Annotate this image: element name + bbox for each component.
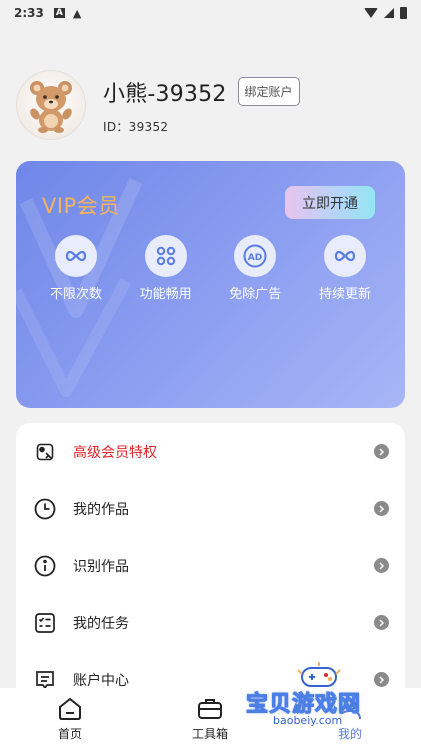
feature-updates: 持续更新 — [307, 235, 383, 302]
tab-label: 工具箱 — [191, 727, 228, 741]
menu-item-my-works[interactable]: 我的作品 — [16, 480, 405, 537]
warning-icon: ▲ — [72, 6, 82, 20]
feature-label: 持续更新 — [318, 287, 371, 302]
svg-text:AD: AD — [248, 253, 262, 263]
vip-title: VIP会员 — [42, 194, 120, 218]
chevron-right-icon — [374, 615, 389, 630]
vip-features: 不限次数 功能畅用 AD 免除广告 持续更新 — [32, 235, 389, 302]
ad-free-icon: AD — [234, 235, 277, 277]
tab-label: 首页 — [57, 727, 82, 741]
chevron-right-icon — [374, 444, 389, 459]
user-id: ID：39352 — [103, 119, 169, 134]
status-time: 2:33 — [14, 6, 44, 20]
watermark: 宝贝游戏网 baobeiy.com — [245, 662, 396, 748]
bind-account-button[interactable]: 绑定账户 — [237, 77, 300, 106]
privilege-icon — [34, 441, 56, 463]
wifi-icon — [364, 8, 378, 18]
name-row: 小熊-39352 绑定账户 — [103, 76, 300, 108]
menu-label: 识别作品 — [73, 558, 129, 575]
profile-header: 小熊-39352 绑定账户 ID：39352 — [16, 70, 406, 140]
status-indicators — [364, 7, 407, 19]
feature-label: 免除广告 — [229, 287, 282, 302]
feature-ad-free: AD 免除广告 — [217, 235, 293, 302]
menu-item-my-tasks[interactable]: 我的任务 — [16, 594, 405, 651]
bear-avatar-icon — [30, 81, 72, 133]
signal-icon — [384, 8, 394, 18]
chevron-right-icon — [374, 501, 389, 516]
chevron-right-icon — [374, 558, 389, 573]
menu-label: 我的作品 — [73, 501, 129, 518]
infinity-icon — [323, 235, 366, 277]
menu-item-vip-privilege[interactable]: 高级会员特权 — [16, 423, 405, 480]
grid-icon — [144, 235, 187, 277]
tab-home[interactable]: 首页 — [0, 688, 140, 750]
notification-a-icon: A — [53, 8, 65, 18]
username: 小熊-39352 — [103, 81, 227, 107]
info-icon — [34, 555, 56, 577]
menu-label: 我的任务 — [73, 615, 129, 632]
home-icon — [59, 697, 81, 720]
profile-info: 小熊-39352 绑定账户 ID：39352 — [103, 76, 300, 135]
battery-icon — [400, 7, 407, 19]
feature-unlimited: 不限次数 — [38, 235, 114, 302]
activate-vip-button[interactable]: 立即开通 — [285, 186, 375, 219]
task-list-icon — [34, 612, 56, 634]
toolbox-icon — [198, 699, 222, 719]
feature-full-access: 功能畅用 — [128, 235, 204, 302]
menu-label: 账户中心 — [73, 672, 129, 689]
avatar[interactable] — [16, 70, 86, 140]
feature-label: 不限次数 — [49, 287, 102, 302]
vip-card: VIP会员 立即开通 不限次数 功能畅用 AD 免除广告 持续更新 — [16, 161, 405, 408]
menu-item-recognize-works[interactable]: 识别作品 — [16, 537, 405, 594]
feature-label: 功能畅用 — [139, 287, 192, 302]
watermark-url: baobeiy.com — [270, 714, 346, 727]
clock-icon — [34, 498, 56, 520]
menu-label: 高级会员特权 — [73, 444, 157, 461]
status-bar: 2:33 A ▲ — [0, 0, 421, 26]
infinity-icon — [55, 235, 97, 277]
